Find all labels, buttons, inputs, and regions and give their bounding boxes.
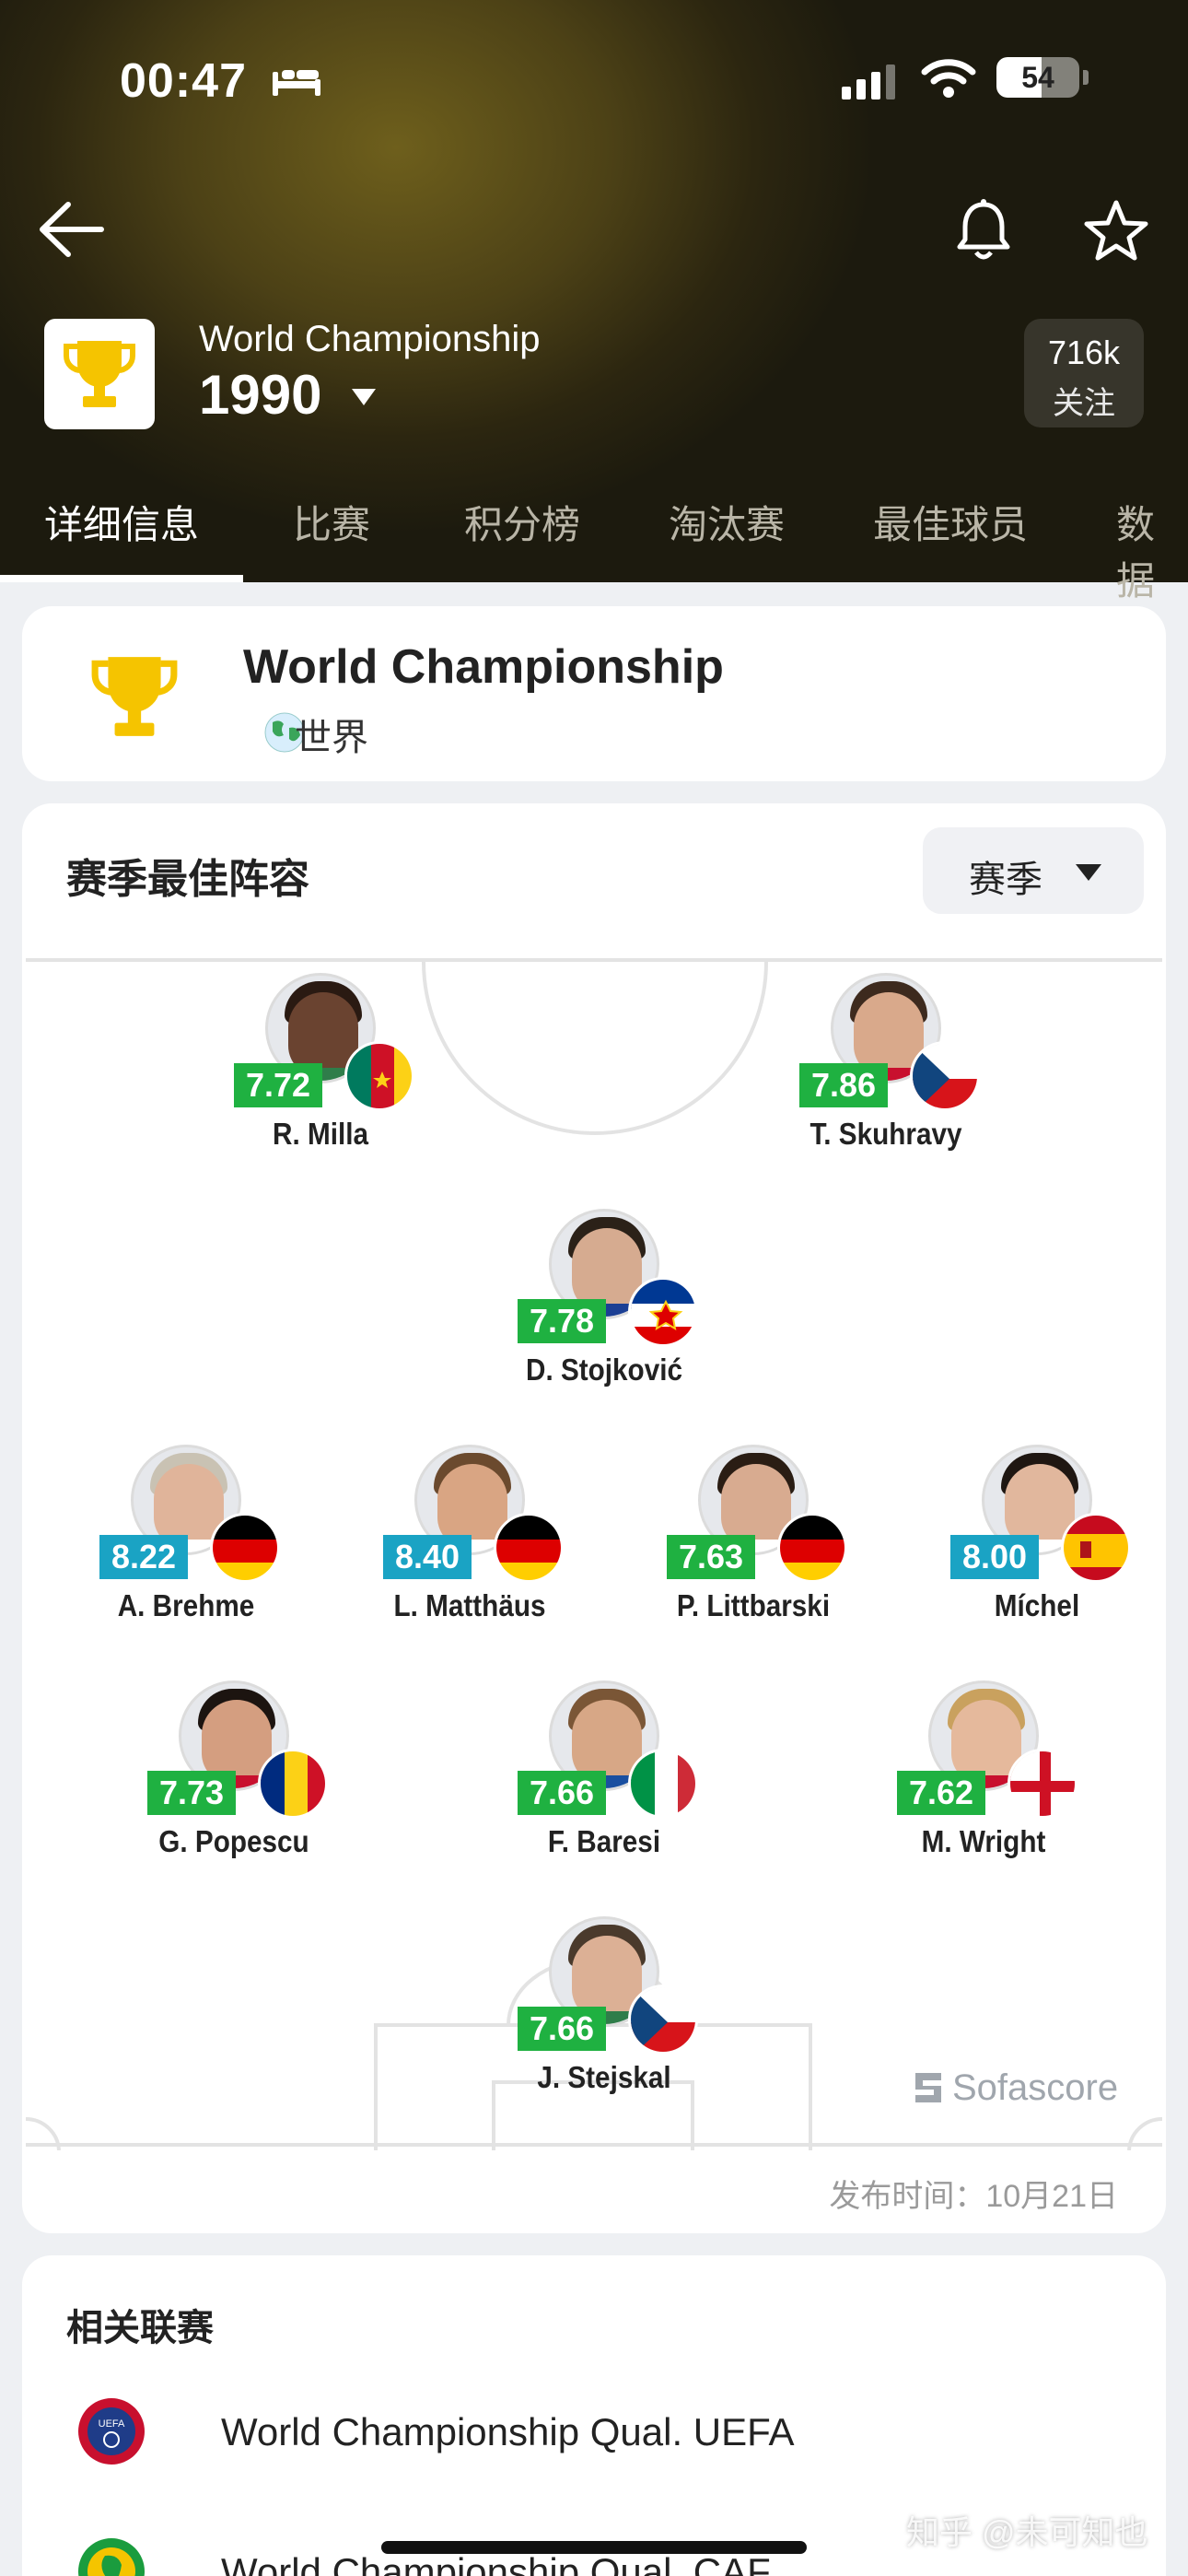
info-country: 世界 [295,718,368,758]
wifi-icon [921,59,976,98]
player-rating: 7.78 [518,1299,606,1343]
player-name: Míchel [994,1588,1080,1622]
tab-bar: 详细信息 比赛 积分榜 淘汰赛 最佳球员 数据 [0,479,1188,603]
chevron-down-icon [1076,864,1101,881]
player-rating: 7.73 [147,1771,236,1815]
related-league-label: World Championship Qual. CAF [221,2550,771,2576]
competition-name: World Championship [199,319,541,359]
related-leagues-title: 相关联赛 [66,2308,214,2348]
tab-matches[interactable]: 比赛 [293,494,370,550]
sleep-mode-icon [273,70,320,96]
follow-button[interactable]: 716k 关注 [1024,319,1144,427]
battery-icon: 54 [996,57,1079,98]
player-card[interactable]: 7.78 D. Stojković [466,1209,742,1393]
player-rating: 7.66 [518,2007,606,2051]
publish-time: 发布时间：10月21日 [829,2179,1118,2214]
tab-standings[interactable]: 积分榜 [464,494,580,550]
follower-count: 716k [1047,334,1121,371]
team-of-season-title: 赛季最佳阵容 [66,857,309,902]
england-flag-icon [1007,1749,1077,1819]
tab-best-players[interactable]: 最佳球员 [873,494,1028,550]
status-bar: 00:47 54 [0,53,1188,109]
yugoslavia-flag-icon [628,1277,698,1347]
status-time: 00:47 [120,54,247,108]
player-card[interactable]: 7.72 R. Milla [182,973,459,1157]
caf-logo-icon [78,2538,145,2576]
cameroon-flag-icon [344,1041,414,1111]
germany-flag-icon [210,1513,280,1583]
player-card[interactable]: 7.86 T. Skuhravy [748,973,1024,1157]
player-name: R. Milla [273,1117,368,1151]
player-name: J. Stejskal [537,2060,671,2094]
player-card[interactable]: 8.00 Míchel [899,1445,1166,1629]
player-name: T. Skuhravy [809,1117,962,1151]
player-card[interactable]: 7.63 P. Littbarski [615,1445,891,1629]
player-card[interactable]: 8.40 L. Matthäus [332,1445,608,1629]
player-rating: 8.22 [99,1535,188,1579]
player-rating: 8.40 [383,1535,472,1579]
player-rating: 7.66 [518,1771,606,1815]
cellular-signal-icon [842,63,897,100]
chevron-down-icon[interactable] [350,387,378,407]
player-rating: 7.62 [897,1771,985,1815]
player-card[interactable]: 7.66 J. Stejskal [466,1916,742,2101]
player-name: D. Stojković [525,1352,682,1387]
czechoslovakia-flag-icon [910,1041,980,1111]
competition-header: 00:47 54 World Championship 1990 716k 关注… [0,0,1188,603]
player-rating: 7.72 [234,1063,322,1107]
season-selector[interactable]: 赛季 [923,827,1144,914]
competition-info-card: World Championship 世界 [22,606,1166,781]
team-of-season-card: 赛季最佳阵容 赛季 Sofascore 7.72 R. Milla 7.86 T… [22,803,1166,2233]
uefa-logo-icon: UEFA [78,2398,145,2465]
italy-flag-icon [628,1749,698,1819]
battery-level: 54 [1021,61,1054,94]
player-name: M. Wright [921,1824,1046,1858]
home-indicator[interactable] [381,2541,807,2554]
favorite-star-icon[interactable] [1083,199,1149,262]
trophy-icon [91,657,178,736]
zhihu-watermark: 知乎 @未可知也 [906,2513,1148,2551]
player-name: P. Littbarski [676,1588,831,1622]
tab-stats[interactable]: 数据 [1116,494,1188,606]
season-selector-label: 赛季 [969,860,1042,900]
tab-knockout[interactable]: 淘汰赛 [669,494,785,550]
germany-flag-icon [494,1513,564,1583]
germany-flag-icon [777,1513,847,1583]
tab-details[interactable]: 详细信息 [44,494,199,550]
related-league-label: World Championship Qual. UEFA [221,2410,795,2453]
player-name: F. Baresi [547,1824,661,1858]
sofascore-brand: Sofascore [952,2067,1119,2108]
follow-label: 关注 [1053,386,1115,421]
player-name: A. Brehme [117,1588,255,1622]
player-card[interactable]: 7.62 M. Wright [845,1680,1122,1865]
player-card[interactable]: 7.73 G. Popescu [96,1680,372,1865]
back-arrow-icon[interactable] [37,199,105,260]
player-card[interactable]: 8.22 A. Brehme [48,1445,324,1629]
notification-bell-icon[interactable] [954,199,1013,262]
related-league-item[interactable]: UEFA World Championship Qual. UEFA [77,2397,1090,2471]
competition-logo [44,319,155,429]
romania-flag-icon [258,1749,328,1819]
info-competition-title: World Championship [243,640,724,694]
player-rating: 7.86 [799,1063,888,1107]
czechoslovakia-flag-icon [628,1985,698,2055]
player-rating: 7.63 [667,1535,755,1579]
sofascore-logo-icon [915,2073,941,2102]
player-rating: 8.00 [950,1535,1039,1579]
spain-flag-icon [1061,1513,1131,1583]
trophy-icon [64,341,135,407]
player-name: L. Matthäus [393,1588,546,1622]
season-dropdown[interactable]: 1990 [199,363,321,427]
player-card[interactable]: 7.66 F. Baresi [466,1680,742,1865]
svg-text:UEFA: UEFA [99,2418,125,2430]
active-tab-indicator [0,575,243,582]
player-name: G. Popescu [158,1824,309,1858]
